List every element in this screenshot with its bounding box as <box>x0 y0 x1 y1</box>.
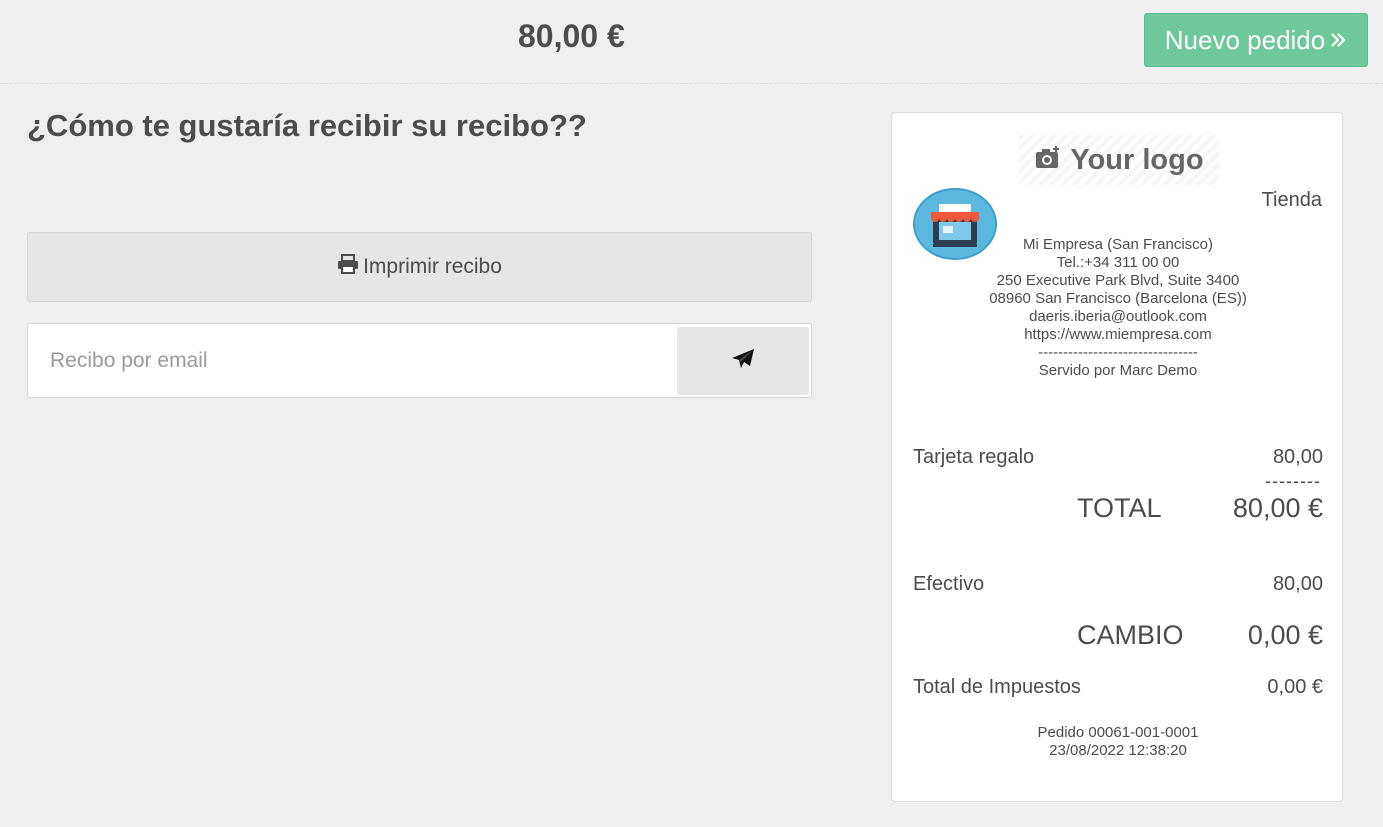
payment-method: Efectivo <box>913 573 985 595</box>
change-label: CAMBIO <box>1077 620 1184 650</box>
company-email: daeris.iberia@outlook.com <box>1029 308 1207 325</box>
receipt-total-row: TOTAL 80,00 € <box>913 493 1323 527</box>
receipt-preview: Your logo Tienda Mi Empresa (San Francis… <box>891 112 1343 802</box>
company-name: Mi Empresa (San Francisco) <box>1022 236 1214 253</box>
print-receipt-label: Imprimir recibo <box>363 255 502 278</box>
printer-icon <box>337 254 359 280</box>
email-receipt-group <box>27 323 812 398</box>
order-reference: Pedido 00061-001-0001 <box>1037 724 1199 741</box>
receipt-change-row: CAMBIO 0,00 € <box>913 620 1323 654</box>
line-amount: 80,00 <box>1272 446 1323 468</box>
receipt-tax-row: Total de Impuestos 0,00 € <box>913 676 1323 699</box>
company-phone: Tel.:+34 311 00 00 <box>1056 254 1180 271</box>
order-date: 23/08/2022 12:38:20 <box>1049 742 1187 759</box>
order-total: 80,00 € <box>518 18 625 54</box>
receipt-question-heading: ¿Cómo te gustaría recibir su recibo?? <box>27 108 587 143</box>
total-label: TOTAL <box>1077 493 1162 523</box>
receipt-line-item: Tarjeta regalo 80,00 <box>913 446 1323 469</box>
print-receipt-button[interactable]: Imprimir recibo <box>27 232 812 302</box>
top-bar: 80,00 € Nuevo pedido <box>0 0 1383 84</box>
logo-text: Your logo <box>1070 143 1204 176</box>
separator-line: -------------------------------- <box>1038 344 1198 361</box>
receipt-payment-line: Efectivo 80,00 <box>913 573 1323 596</box>
payment-amount: 80,00 <box>1272 573 1323 595</box>
send-email-button[interactable] <box>677 327 809 395</box>
tax-value: 0,00 € <box>1267 676 1323 698</box>
shop-name: Tienda <box>1261 189 1322 211</box>
company-city: 08960 San Francisco (Barcelona (ES)) <box>989 290 1247 307</box>
new-order-button[interactable]: Nuevo pedido <box>1144 13 1368 67</box>
company-website: https://www.miempresa.com <box>1024 326 1212 343</box>
company-info: Mi Empresa (San Francisco) Tel.:+34 311 … <box>892 236 1344 380</box>
email-receipt-input[interactable] <box>28 324 676 397</box>
company-address: 250 Executive Park Blvd, Suite 3400 <box>996 272 1240 289</box>
tax-label: Total de Impuestos <box>913 676 1081 698</box>
subtotal-dashes: -------- <box>1265 471 1321 491</box>
served-by: Servido por Marc Demo <box>1038 362 1198 379</box>
add-photo-icon <box>1034 145 1062 175</box>
paper-plane-icon <box>731 348 755 375</box>
new-order-label: Nuevo pedido <box>1164 24 1326 55</box>
receipt-footer: Pedido 00061-001-0001 23/08/2022 12:38:2… <box>892 724 1344 760</box>
total-value: 80,00 € <box>1232 493 1323 523</box>
company-logo-placeholder: Your logo <box>1019 135 1219 185</box>
double-chevron-right-icon <box>1329 25 1347 56</box>
change-value: 0,00 € <box>1247 620 1323 650</box>
line-product: Tarjeta regalo <box>913 446 1035 468</box>
